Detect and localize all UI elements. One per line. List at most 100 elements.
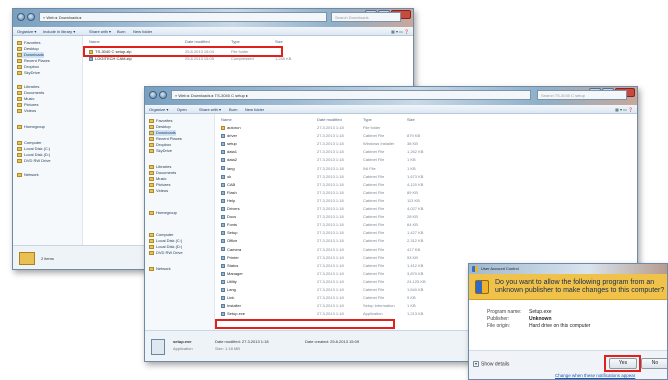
folder-icon <box>17 90 22 95</box>
drive-icon <box>17 146 22 151</box>
file-row[interactable]: Drivers 27.3.2013 1:18 Cabinet File 4,027 K… <box>221 206 541 212</box>
file-row[interactable]: autorun 27.3.2013 1:18 File folder <box>221 125 541 131</box>
star-icon <box>149 118 154 123</box>
window-titlebar: « Web ▸ Downloads ▸ TS-3040 C setup ▸ Se… <box>145 87 637 105</box>
file-row[interactable]: lang 27.3.2013 1:18 INI File 1 KB <box>221 166 541 172</box>
back-icon[interactable] <box>17 13 25 21</box>
file-row[interactable]: Help 27.3.2013 1:18 Cabinet File 113 KB <box>221 198 541 204</box>
file-icon <box>221 263 225 268</box>
chevron-down-icon: ▾ <box>473 361 479 367</box>
address-bar[interactable]: « Web ▸ Downloads ▸ TS-3040 C setup ▸ <box>171 90 531 100</box>
folder-icon <box>17 64 22 69</box>
file-row[interactable]: Docs 27.3.2013 1:18 Cabinet File 28 KB <box>221 214 541 220</box>
folder-icon <box>19 252 35 265</box>
screenshot-stage: « Web ▸ Downloads ▸ Search Downloads Org… <box>0 0 668 380</box>
file-icon <box>221 158 225 163</box>
nav-homegroup[interactable]: Homegroup <box>17 124 45 130</box>
toolbar-new-folder[interactable]: New folder <box>245 106 264 113</box>
file-row[interactable]: ok 27.3.2013 1:18 Cabinet File 1,673 KB <box>221 174 541 180</box>
publisher-label: Publisher: <box>487 316 510 322</box>
file-icon <box>221 198 225 203</box>
column-date[interactable]: Date modified <box>185 39 210 45</box>
view-options-icon[interactable]: ▦ ▾ ▭ ❓ <box>391 28 409 35</box>
file-row[interactable]: driver 27.3.2013 1:18 Cabinet File 879 KB <box>221 133 541 139</box>
toolbar-share[interactable]: Share with ▾ <box>89 28 111 35</box>
selected-name: setup.exe <box>173 339 192 344</box>
dvd-icon <box>149 250 154 255</box>
computer-icon <box>149 232 154 237</box>
show-details-toggle[interactable]: ▾ Show details <box>473 361 509 367</box>
back-icon[interactable] <box>149 91 157 99</box>
uac-title: User Account Control <box>481 266 519 271</box>
column-type[interactable]: Type <box>231 39 240 45</box>
file-row[interactable]: Setup 27.3.2013 1:18 Cabinet File 1,427 KB <box>221 230 541 236</box>
file-icon <box>221 231 225 236</box>
folder-icon <box>17 58 22 63</box>
nav-videos[interactable]: Videos <box>149 188 168 194</box>
forward-icon[interactable] <box>27 13 35 21</box>
homegroup-icon <box>17 124 22 129</box>
nav-dvd[interactable]: DVD RW Drive <box>17 158 51 164</box>
desktop-icon <box>17 46 22 51</box>
notification-settings-link[interactable]: Change when these notifications appear <box>555 373 635 379</box>
file-row[interactable]: data2 27.3.2013 1:18 Cabinet File 1 KB <box>221 157 541 163</box>
nav-skydrive[interactable]: SkyDrive <box>17 70 40 76</box>
toolbar-share[interactable]: Share with ▾ <box>199 106 221 113</box>
nav-videos[interactable]: Videos <box>17 108 36 114</box>
address-bar[interactable]: « Web ▸ Downloads ▸ <box>39 12 327 22</box>
column-type[interactable]: Type <box>363 117 372 123</box>
uac-titlebar: User Account Control <box>469 264 667 274</box>
folder-icon <box>221 125 225 130</box>
toolbar-include-library[interactable]: Include in library ▾ <box>43 28 75 35</box>
file-row[interactable]: CAB 27.3.2013 1:18 Cabinet File 4,120 KB <box>221 182 541 188</box>
column-size[interactable]: Size <box>407 117 415 123</box>
file-row[interactable]: Fonts 27.3.2013 1:18 Cabinet File 64 KB <box>221 222 541 228</box>
file-row[interactable]: setup 27.3.2013 1:18 Windows Installer 38 K… <box>221 141 541 147</box>
drive-icon <box>17 152 22 157</box>
dvd-icon <box>17 158 22 163</box>
folder-icon <box>17 102 22 107</box>
folder-icon <box>149 170 154 175</box>
toolbar-open[interactable]: Open <box>177 106 187 113</box>
file-row[interactable]: Flash 27.3.2013 1:18 Cabinet File 89 KB <box>221 190 541 196</box>
highlight-box-yes <box>604 355 641 372</box>
file-icon <box>221 142 225 147</box>
toolbar-burn[interactable]: Burn <box>229 106 237 113</box>
program-name-value: Setup.exe <box>529 309 552 315</box>
toolbar-organize[interactable]: Organize ▾ <box>149 106 168 113</box>
file-icon <box>221 223 225 228</box>
publisher-value: Unknown <box>529 316 552 322</box>
column-name[interactable]: Name <box>89 39 100 45</box>
nav-network[interactable]: Network <box>17 172 39 178</box>
toolbar-burn[interactable]: Burn <box>117 28 125 35</box>
nav-skydrive[interactable]: SkyDrive <box>149 148 172 154</box>
selected-created: Date created: 25.8.2013 15:09 <box>305 339 360 344</box>
search-input[interactable]: Search Downloads <box>331 12 401 22</box>
toolbar-new-folder[interactable]: New folder <box>133 28 152 35</box>
file-row[interactable]: Office 27.3.2013 1:18 Cabinet File 2,312 KB <box>221 238 541 244</box>
file-origin-value: Hard drive on this computer <box>529 323 591 329</box>
uac-question: Do you want to allow the following progr… <box>495 279 665 294</box>
toolbar-organize[interactable]: Organize ▾ <box>17 28 36 35</box>
navigation-pane: Favorites Desktop Downloads Recent Place… <box>13 36 83 245</box>
no-button[interactable]: No <box>641 358 667 369</box>
column-size[interactable]: Size <box>275 39 283 45</box>
command-bar: Organize ▾ Include in library ▾ Share wi… <box>13 27 413 36</box>
file-icon <box>221 312 225 317</box>
file-row[interactable]: Printer 27.3.2013 1:18 Cabinet File 53 KB <box>221 255 541 261</box>
shield-warning-icon <box>475 280 489 294</box>
folder-icon <box>149 188 154 193</box>
view-options-icon[interactable]: ▦ ▾ ▭ ❓ <box>615 106 633 113</box>
search-input[interactable]: Search TS-3040 C setup <box>537 90 627 100</box>
nav-dvd[interactable]: DVD RW Drive <box>149 250 183 256</box>
library-icon <box>17 84 22 89</box>
file-row[interactable]: data1 27.3.2013 1:18 Cabinet File 1,262 KB <box>221 149 541 155</box>
column-date[interactable]: Date modified <box>317 117 342 123</box>
nav-network[interactable]: Network <box>149 266 171 272</box>
folder-icon <box>17 108 22 113</box>
network-icon <box>17 172 22 177</box>
column-name[interactable]: Name <box>221 117 232 123</box>
file-row[interactable]: Camera 27.3.2013 1:18 Cabinet File 417 KB <box>221 247 541 253</box>
forward-icon[interactable] <box>159 91 167 99</box>
nav-homegroup[interactable]: Homegroup <box>149 210 177 216</box>
